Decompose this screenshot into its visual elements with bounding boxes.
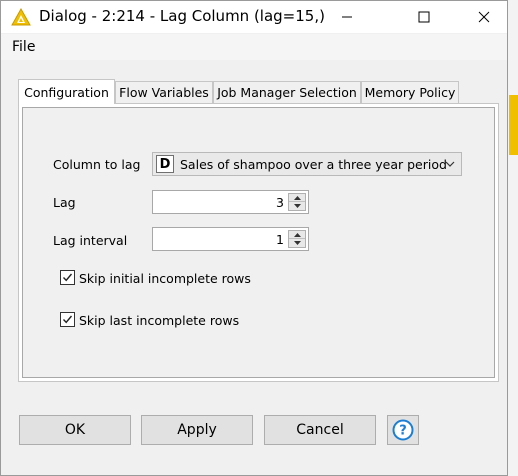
- arrow-up-icon: [293, 195, 301, 200]
- maximize-icon: [418, 11, 430, 23]
- column-to-lag-select[interactable]: D Sales of shampoo over a three year per…: [152, 152, 462, 176]
- background-accent-stripe: [509, 95, 518, 155]
- increment-button[interactable]: [289, 194, 305, 202]
- menu-bar: File: [1, 34, 507, 60]
- tab-label: Configuration: [24, 84, 109, 100]
- help-button[interactable]: ?: [387, 415, 419, 445]
- skip-initial-label[interactable]: Skip initial incomplete rows: [79, 271, 251, 286]
- skip-last-label[interactable]: Skip last incomplete rows: [79, 313, 239, 328]
- ok-button-label: OK: [64, 422, 86, 438]
- skip-last-checkbox[interactable]: [60, 312, 75, 327]
- ok-button[interactable]: OK: [19, 415, 131, 445]
- column-to-lag-label: Column to lag: [53, 157, 141, 172]
- menu-file[interactable]: File: [12, 39, 35, 55]
- lag-interval-value: 1: [276, 232, 284, 247]
- svg-text:?: ?: [399, 424, 407, 439]
- decrement-button[interactable]: [289, 202, 305, 210]
- checkmark-icon: [62, 273, 73, 282]
- checkmark-icon: [62, 315, 73, 324]
- cancel-button[interactable]: Cancel: [264, 415, 376, 445]
- arrow-up-icon: [293, 232, 301, 237]
- minimize-icon: [342, 16, 352, 18]
- dialog-window: Dialog - 2:214 - Lag Column (lag=15,) Fi…: [0, 0, 508, 476]
- window-title: Dialog - 2:214 - Lag Column (lag=15,): [39, 7, 325, 25]
- lag-interval-spinner[interactable]: 1: [152, 227, 309, 251]
- lag-spinner[interactable]: 3: [152, 190, 309, 214]
- apply-button[interactable]: Apply: [141, 415, 253, 445]
- decrement-button[interactable]: [289, 239, 305, 247]
- tab-job-manager-selection[interactable]: Job Manager Selection: [213, 81, 361, 103]
- background-window-edge: [507, 0, 518, 476]
- arrow-down-icon: [293, 241, 301, 245]
- help-icon: ?: [392, 419, 414, 441]
- column-to-lag-value: Sales of shampoo over a three year perio…: [180, 157, 447, 172]
- maximize-button[interactable]: [401, 1, 447, 33]
- title-bar[interactable]: Dialog - 2:214 - Lag Column (lag=15,): [1, 1, 507, 33]
- lag-spinner-arrows[interactable]: [288, 193, 306, 211]
- tab-configuration[interactable]: Configuration: [18, 79, 115, 104]
- apply-button-label: Apply: [177, 422, 217, 438]
- tab-label: Job Manager Selection: [217, 85, 357, 100]
- cancel-button-label: Cancel: [296, 422, 344, 438]
- lag-interval-label: Lag interval: [53, 233, 128, 248]
- tab-label: Memory Policy: [364, 85, 456, 100]
- lag-interval-spinner-arrows[interactable]: [288, 230, 306, 248]
- lag-label: Lag: [53, 195, 76, 210]
- lag-value: 3: [276, 195, 284, 210]
- arrow-down-icon: [293, 204, 301, 208]
- tab-memory-policy[interactable]: Memory Policy: [361, 81, 459, 103]
- close-icon: [478, 11, 490, 23]
- increment-button[interactable]: [289, 231, 305, 239]
- minimize-button[interactable]: [324, 1, 370, 33]
- double-type-badge: D: [156, 155, 174, 173]
- chevron-down-icon: [445, 161, 455, 167]
- knime-triangle-icon: [11, 8, 31, 26]
- skip-initial-checkbox[interactable]: [60, 270, 75, 285]
- tab-label: Flow Variables: [119, 85, 209, 100]
- tab-flow-variables[interactable]: Flow Variables: [115, 81, 213, 103]
- close-button[interactable]: [461, 1, 507, 33]
